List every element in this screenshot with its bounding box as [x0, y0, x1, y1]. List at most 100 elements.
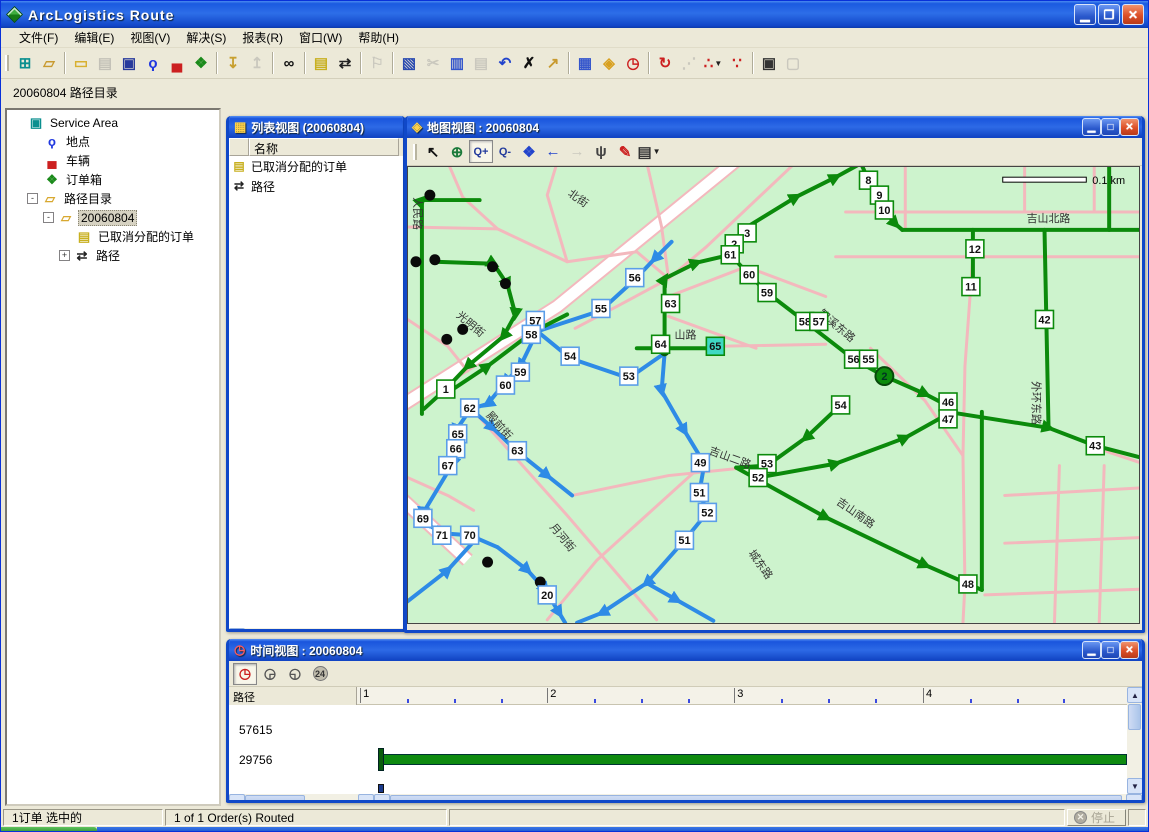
map-close-button[interactable]: ✕ [1120, 118, 1139, 136]
menu-item-f[interactable]: 文件(F) [11, 27, 66, 48]
cut-button[interactable]: ✂ [421, 52, 445, 75]
zoom-in-tool-button[interactable]: Q+ [469, 140, 493, 163]
zoom-out-tool-button[interactable]: Q- [493, 140, 517, 163]
tree-item-servicearea[interactable]: ▣Service Area [7, 113, 219, 132]
scroll-thumb[interactable] [390, 795, 1122, 803]
open-project-button[interactable]: ▱ [37, 52, 61, 75]
properties-button[interactable]: ▧ [397, 52, 421, 75]
copy-button[interactable]: ▥ [445, 52, 469, 75]
select-tool-button[interactable]: ↖ [421, 140, 445, 163]
stop-button[interactable]: ✕停止 [1067, 809, 1126, 826]
minimize-button[interactable]: ▁ [1074, 4, 1096, 25]
scroll-left-icon[interactable]: ◄ [229, 794, 245, 803]
undo-button[interactable]: ↶ [493, 52, 517, 75]
quarter-clock-view-button[interactable]: ◷ [233, 663, 257, 685]
tree-item-20060804[interactable]: -▱20060804 [7, 208, 219, 227]
tree-item-[interactable]: ❖订单箱 [7, 170, 219, 189]
list-hscrollbar[interactable]: ◄ [229, 628, 403, 632]
time-close-button[interactable]: ✕ [1120, 641, 1139, 659]
map-canvas[interactable]: 北街人民路光明街吉山北路山路智溪东路外环东路吉山二路吉山南路城东路月河街殿前街5… [407, 166, 1140, 624]
scroll-up-icon[interactable]: ▲ [1127, 687, 1143, 703]
tree-item-[interactable]: ϙ地点 [7, 132, 219, 151]
list-column-name[interactable]: 名称 [249, 138, 399, 156]
map-window-titlebar[interactable]: ◈ 地图视图 : 20060804 ▁ □ ✕ [407, 116, 1142, 138]
timeline-hscrollbar[interactable]: ◄ ► [374, 794, 1142, 803]
routes-button[interactable]: ⇄ [333, 52, 357, 75]
list-item[interactable]: ▤已取消分配的订单 [229, 156, 403, 176]
expand-icon[interactable]: + [59, 250, 70, 261]
time-view-button[interactable]: ◷ [621, 52, 645, 75]
delete-button[interactable]: ✗ [517, 52, 541, 75]
zoom-selected-tool-button[interactable]: ❖ [517, 140, 541, 163]
vehicles-button[interactable]: ▄ [165, 52, 189, 75]
time-window-titlebar[interactable]: ◷ 时间视图 : 20060804 ▁ □ ✕ [229, 639, 1142, 661]
toolbar-grip[interactable] [413, 144, 417, 160]
map-minimize-button[interactable]: ▁ [1082, 118, 1101, 136]
routes-hscrollbar[interactable]: ◄ ► [229, 794, 374, 803]
grid-view-button[interactable]: ▦ [573, 52, 597, 75]
paste-button[interactable]: ▤ [469, 52, 493, 75]
taskbar-start-fragment[interactable] [1, 827, 97, 832]
restore-button[interactable]: ❐ [1098, 4, 1120, 25]
menu-item-w[interactable]: 窗口(W) [291, 27, 350, 48]
back-tool-button[interactable]: ← [541, 140, 565, 163]
forward-tool-button[interactable]: → [565, 140, 589, 163]
menu-item-s[interactable]: 解决(S) [178, 27, 234, 48]
save-button[interactable]: ▣ [117, 52, 141, 75]
rebuild-route-button[interactable]: ↻ [653, 52, 677, 75]
scroll-left-icon[interactable]: ◄ [229, 628, 245, 632]
scroll-down-icon[interactable]: ▼ [1127, 778, 1143, 794]
scroll-right-icon[interactable]: ► [358, 794, 374, 803]
tree-item-[interactable]: ▄车辆 [7, 151, 219, 170]
export-button[interactable]: ↗ [541, 52, 565, 75]
gantt-bar-start-cap[interactable] [378, 748, 384, 771]
flag-button[interactable]: ⚐ [365, 52, 389, 75]
copy-folder-button[interactable]: ▤ [93, 52, 117, 75]
time-vscrollbar[interactable]: ▲ ▼ [1127, 687, 1142, 794]
unlock-button[interactable]: ▢ [781, 52, 805, 75]
time-minimize-button[interactable]: ▁ [1082, 641, 1101, 659]
scroll-left-icon[interactable]: ◄ [374, 794, 390, 803]
tree-item-[interactable]: ▤已取消分配的订单 [7, 227, 219, 246]
tree-item-[interactable]: -▱路径目录 [7, 189, 219, 208]
list-window-titlebar[interactable]: ▦ 列表视图 (20060804) [229, 116, 403, 138]
lock-button[interactable]: ▣ [757, 52, 781, 75]
globe-tool-button[interactable]: ⊕ [445, 140, 469, 163]
menu-item-r[interactable]: 报表(R) [234, 27, 291, 48]
timeline-cursor[interactable] [378, 784, 384, 793]
import-orders-button[interactable]: ↧ [221, 52, 245, 75]
scroll-thumb[interactable] [1128, 704, 1141, 730]
map-view-button[interactable]: ◈ [597, 52, 621, 75]
pan-tool-button[interactable]: ψ [589, 140, 613, 163]
find-button[interactable]: ∞ [277, 52, 301, 75]
draw-tool-button[interactable]: ✎ [613, 140, 637, 163]
print-tool-button[interactable]: ▤▼ [637, 140, 661, 163]
menu-item-h[interactable]: 帮助(H) [350, 27, 407, 48]
time-maximize-button[interactable]: □ [1101, 641, 1120, 659]
day-24-view-button[interactable]: 24 [308, 663, 332, 685]
toolbar-grip[interactable] [5, 55, 9, 71]
collapse-icon[interactable]: - [27, 193, 38, 204]
timeline-routes-column-header[interactable]: 路径 [229, 687, 357, 705]
orders-list-button[interactable]: ▤ [309, 52, 333, 75]
locations-button[interactable]: ϙ [141, 52, 165, 75]
full-clock-view-button[interactable]: ◵ [283, 663, 307, 685]
route-gantt-bar[interactable] [382, 754, 1127, 765]
list-item[interactable]: ⇄路径 [229, 176, 403, 196]
timeline-ruler[interactable]: 路径 1234 [229, 687, 1127, 705]
network-tool-2-button[interactable]: ∵ [725, 52, 749, 75]
new-project-button[interactable]: ⊞ [13, 52, 37, 75]
menu-item-e[interactable]: 编辑(E) [66, 27, 122, 48]
close-button[interactable]: ✕ [1122, 4, 1144, 25]
collapse-icon[interactable]: - [43, 212, 54, 223]
order-box-button[interactable]: ❖ [189, 52, 213, 75]
scroll-thumb[interactable] [245, 795, 305, 803]
scroll-right-icon[interactable]: ► [1126, 794, 1142, 803]
tree-item-[interactable]: +⇄路径 [7, 246, 219, 265]
network-tool-button[interactable]: ∴▼ [701, 52, 725, 75]
new-folder-button[interactable]: ▭ [69, 52, 93, 75]
navigation-tree[interactable]: ▣Service Areaϙ地点▄车辆❖订单箱-▱路径目录-▱20060804▤… [5, 108, 221, 806]
map-maximize-button[interactable]: □ [1101, 118, 1120, 136]
menu-item-v[interactable]: 视图(V) [122, 27, 178, 48]
resequence-button[interactable]: ⋰ [677, 52, 701, 75]
